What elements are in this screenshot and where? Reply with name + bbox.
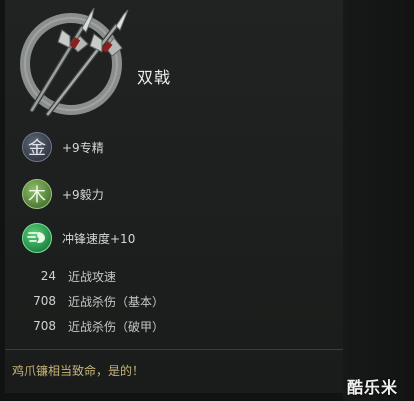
attribute-row-metal: 金 +9专精 <box>22 131 104 163</box>
stat-label: 近战攻速 <box>68 269 117 284</box>
divider <box>5 349 343 350</box>
stat-row: 24 近战攻速 <box>22 266 116 286</box>
double-halberd-icon <box>20 7 129 117</box>
stat-value: 708 <box>33 294 56 308</box>
attribute-row-wood: 木 +9毅力 <box>22 178 104 210</box>
stat-row: 708 近战杀伤（基本） <box>22 291 164 311</box>
item-tooltip-screen: 双戟 金 +9专精 木 +9毅力 冲锋速度+10 24 近战攻速 708 近战杀… <box>0 0 414 401</box>
stat-label: 近战杀伤（基本） <box>68 294 165 309</box>
stat-value: 24 <box>40 269 56 283</box>
running-foot-icon <box>27 232 45 243</box>
stat-row: 708 近战杀伤（破甲） <box>22 316 164 336</box>
attribute-text: +9毅力 <box>62 187 104 202</box>
metal-element-icon: 金 <box>22 132 52 162</box>
attribute-text: +9专精 <box>62 140 104 155</box>
flavor-text: 鸡爪镰相当致命，是的！ <box>12 364 145 378</box>
stat-value: 708 <box>33 319 56 333</box>
item-name: 双戟 <box>137 68 172 87</box>
attribute-row-charge: 冲锋速度+10 <box>22 222 135 254</box>
background-area <box>343 0 414 401</box>
watermark: 酷乐米 <box>347 378 399 397</box>
stat-label: 近战杀伤（破甲） <box>68 319 165 334</box>
wood-element-icon: 木 <box>22 179 52 209</box>
attribute-text: 冲锋速度+10 <box>62 231 136 246</box>
charge-speed-icon <box>22 223 52 253</box>
